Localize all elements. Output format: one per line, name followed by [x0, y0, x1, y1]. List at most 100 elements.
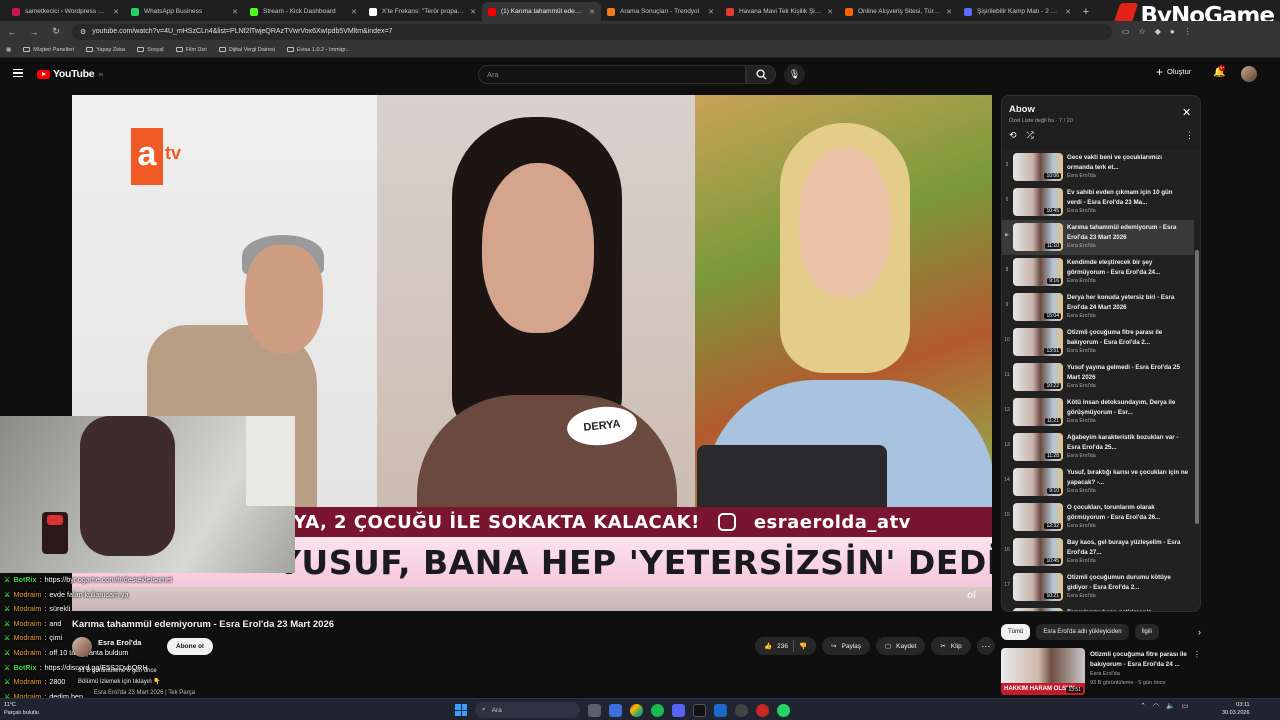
- tab-close-icon[interactable]: ✕: [232, 8, 238, 16]
- address-input[interactable]: ⚙ youtube.com/watch?v=4U_mHSzCLn4&list=P…: [72, 23, 1112, 40]
- tab-close-icon[interactable]: ✕: [708, 8, 714, 16]
- playlist-item[interactable]: 11 10:22 Yusuf yayına gelmedi - Esra Erol'…: [1002, 360, 1194, 395]
- search-input[interactable]: Ara: [478, 65, 746, 84]
- playlist-item[interactable]: 6 10:45 Ev sahibi evden çıkmam için 10 gün…: [1002, 185, 1194, 220]
- create-button[interactable]: + Oluştur: [1156, 66, 1191, 78]
- playlist-thumbnail[interactable]: 10:45: [1013, 188, 1063, 216]
- recommended-video[interactable]: HAKKIM HARAM OLSUN 13:51 Otizmli çocuğum…: [1001, 648, 1201, 698]
- recording-app-icon[interactable]: [756, 703, 769, 717]
- playlist-thumbnail[interactable]: 11:21: [1013, 398, 1063, 426]
- browser-tab[interactable]: sametkecici › Wordpress Uzmanı ✕: [6, 2, 125, 21]
- cast-icon[interactable]: ▭: [1122, 27, 1130, 36]
- profile-icon[interactable]: ●: [1170, 27, 1175, 36]
- playlist-thumbnail[interactable]: 9:10: [1013, 468, 1063, 496]
- playlist-thumbnail[interactable]: 10:21: [1013, 573, 1063, 601]
- weather-widget[interactable]: 11°C Parçalı bulutlu: [4, 701, 39, 717]
- playlist-item[interactable]: 12 11:21 Kötü insan detoksundayım, Derya i…: [1002, 395, 1194, 430]
- account-avatar[interactable]: [1241, 66, 1257, 82]
- bookmark-item[interactable]: Evisa 1.0.2 - Immigr...: [286, 47, 350, 53]
- save-button[interactable]: ▢ Kaydet: [876, 637, 926, 655]
- playlist-thumbnail[interactable]: 9:16: [1013, 258, 1063, 286]
- tab-close-icon[interactable]: ✕: [589, 8, 595, 16]
- playlist-item[interactable]: 16 10:45 Bay kaos, gel buraya yüzleşelim -…: [1002, 535, 1194, 570]
- browser-tab[interactable]: Şişirilebilir Kamp Matı - 2 Kişilik ✕: [958, 2, 1077, 21]
- spotify-icon[interactable]: [651, 703, 664, 717]
- playlist-item[interactable]: 8 9:16 Kendimde eleştirecek bir şey görmüy…: [1002, 255, 1194, 290]
- chevron-right-icon[interactable]: ›: [1198, 627, 1201, 637]
- filter-chip[interactable]: Esra Erol'da adlı yükleyiciden: [1036, 624, 1129, 640]
- voice-search-button[interactable]: 🎙: [784, 64, 805, 85]
- obs-icon[interactable]: [735, 703, 748, 717]
- wifi-icon[interactable]: ◠: [1153, 702, 1159, 710]
- playlist-thumbnail[interactable]: 11:28: [1013, 433, 1063, 461]
- playlist-thumbnail[interactable]: 12:32: [1013, 503, 1063, 531]
- tab-close-icon[interactable]: ✕: [470, 8, 476, 16]
- subscribe-button[interactable]: Abone ol: [167, 638, 213, 655]
- more-actions-icon[interactable]: ⋯: [976, 637, 995, 655]
- playlist-thumbnail[interactable]: 10:22: [1013, 363, 1063, 391]
- tray-chevron-icon[interactable]: ⌃: [1140, 702, 1146, 710]
- scrollbar-thumb[interactable]: [1195, 250, 1199, 524]
- browser-tab[interactable]: Havana Mavi Tek Kişilik Şişme ✕: [720, 2, 839, 21]
- playlist-more-icon[interactable]: ⋮: [1185, 130, 1194, 141]
- playlist-item[interactable]: 10 13:51 Otizmli çocuğuma fitre parası ile…: [1002, 325, 1194, 360]
- tab-close-icon[interactable]: ✕: [827, 8, 833, 16]
- browser-tab[interactable]: Stream - Kick Dashboard ✕: [244, 2, 363, 21]
- playlist-item[interactable]: 14 9:10 Yusuf, bıraktığı karısı ve çocukla…: [1002, 465, 1194, 500]
- back-icon[interactable]: ←: [6, 27, 18, 37]
- close-icon[interactable]: ✕: [1182, 106, 1191, 119]
- whatsapp-icon[interactable]: [777, 703, 790, 717]
- taskbar-search[interactable]: ⌕ Ara: [475, 702, 580, 718]
- browser-menu-icon[interactable]: ⋮: [1184, 27, 1192, 36]
- playlist-thumbnail[interactable]: 10:06: [1013, 153, 1063, 181]
- playlist-item[interactable]: 9 15:04 Derya her konuda yetersiz biri - E…: [1002, 290, 1194, 325]
- taskbar-clock[interactable]: 03:11 30.03.2026: [1222, 701, 1250, 717]
- shuffle-icon[interactable]: ⤮: [1027, 130, 1034, 141]
- playlist-item[interactable]: ▶ 11:10 Karıma tahammül edemiyorum - Esra …: [1002, 220, 1194, 255]
- browser-tab[interactable]: (1) Karıma tahammül edemiyorum ✕: [482, 2, 601, 21]
- bookmark-item[interactable]: Sosyal: [137, 47, 164, 53]
- file-explorer-icon[interactable]: [609, 703, 622, 717]
- browser-tab[interactable]: WhatsApp Business ✕: [125, 2, 244, 21]
- youtube-logo[interactable]: YouTube TR: [37, 68, 103, 80]
- playlist-scrollbar[interactable]: [1195, 154, 1199, 604]
- volume-icon[interactable]: 🔈: [1166, 702, 1175, 710]
- playlist-item[interactable]: 13 11:28 Ağabeyim karakteristik bozukları …: [1002, 430, 1194, 465]
- task-view-icon[interactable]: [588, 703, 601, 717]
- playlist-thumbnail[interactable]: 11:10: [1013, 223, 1063, 251]
- tab-close-icon[interactable]: ✕: [351, 8, 357, 16]
- apps-grid-icon[interactable]: ▦: [6, 47, 11, 53]
- playlist-thumbnail[interactable]: 13:51: [1013, 328, 1063, 356]
- search-button[interactable]: [746, 65, 776, 84]
- playlist-item[interactable]: 5 10:06 Gece vakti beni ve çocuklarımızı o…: [1002, 150, 1194, 185]
- share-button[interactable]: ↪ Paylaş: [822, 637, 871, 655]
- recommended-thumbnail[interactable]: HAKKIM HARAM OLSUN 13:51: [1001, 648, 1085, 695]
- bookmark-item[interactable]: Yapay Zeka: [86, 47, 125, 53]
- bookmark-item[interactable]: Dijital Vergi Dairesi: [218, 47, 275, 53]
- recommended-channel[interactable]: Esra Erol'da: [1090, 671, 1120, 677]
- playlist-title[interactable]: Abow: [1009, 104, 1035, 115]
- telegram-icon[interactable]: [714, 703, 727, 717]
- playlist-item[interactable]: 17 10:21 Otizmli çocuğumun durumu kötüye g…: [1002, 570, 1194, 605]
- site-info-icon[interactable]: ⚙: [80, 28, 86, 36]
- extensions-icon[interactable]: ◆: [1155, 27, 1161, 36]
- browser-tab[interactable]: Arama Sonuçları - Trendyol ✕: [601, 2, 720, 21]
- tab-close-icon[interactable]: ✕: [1065, 8, 1071, 16]
- video-description[interactable]: 91 B görüntüleme 6 gün önce Bölümü izlem…: [72, 664, 992, 700]
- channel-avatar[interactable]: [72, 637, 92, 657]
- playlist-thumbnail[interactable]: [1013, 608, 1063, 611]
- tab-close-icon[interactable]: ✕: [113, 8, 119, 16]
- battery-icon[interactable]: ▭: [1182, 702, 1189, 710]
- tab-close-icon[interactable]: ✕: [946, 8, 952, 16]
- bookmark-item[interactable]: Film Dizi: [175, 47, 207, 53]
- like-count[interactable]: 236: [777, 643, 788, 650]
- bookmark-item[interactable]: Müşteri Panelleri: [23, 47, 74, 53]
- playlist-thumbnail[interactable]: 15:04: [1013, 293, 1063, 321]
- browser-tab[interactable]: Online Alışveriş Sitesi, Türkiye'nin ✕: [839, 2, 958, 21]
- filter-chip[interactable]: İlgili: [1134, 624, 1159, 640]
- loop-icon[interactable]: ⟲: [1009, 130, 1017, 141]
- reload-icon[interactable]: ↻: [50, 26, 62, 37]
- new-tab-button[interactable]: +: [1077, 2, 1095, 21]
- like-icon[interactable]: 👍: [764, 642, 772, 650]
- discord-icon[interactable]: [672, 703, 685, 717]
